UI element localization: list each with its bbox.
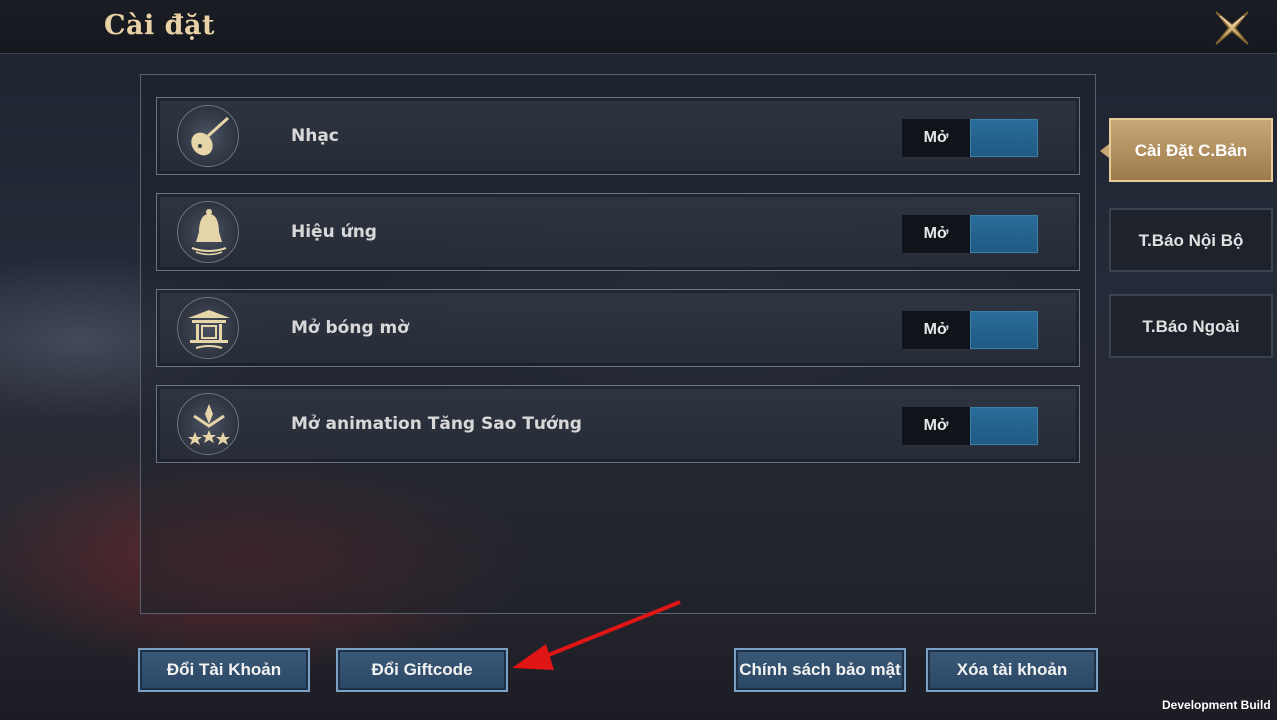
setting-label: Nhạc (291, 126, 339, 146)
stars-icon (177, 393, 239, 455)
toggle-state: Mở (923, 321, 949, 338)
page-title: Cài đặt (104, 10, 215, 41)
top-bar: Cài đặt (0, 0, 1277, 54)
toggle-shadow[interactable]: Mở (901, 310, 1039, 350)
development-build-label: Development Build (1162, 698, 1271, 712)
tab-external-notice[interactable]: T.Báo Ngoài (1109, 294, 1273, 358)
setting-row-star-animation: Mở animation Tăng Sao Tướng Mở (156, 385, 1080, 463)
toggle-music[interactable]: Mở (901, 118, 1039, 158)
setting-row-music: Nhạc Mở (156, 97, 1080, 175)
switch-account-button[interactable]: Đổi Tài Khoản (138, 648, 310, 692)
privacy-policy-button[interactable]: Chính sách bảo mật (734, 648, 906, 692)
setting-label: Mở animation Tăng Sao Tướng (291, 414, 582, 434)
pavilion-icon (177, 297, 239, 359)
toggle-knob (970, 119, 1038, 157)
delete-account-button[interactable]: Xóa tài khoản (926, 648, 1098, 692)
toggle-star-animation[interactable]: Mở (901, 406, 1039, 446)
tab-internal-notice[interactable]: T.Báo Nội Bộ (1109, 208, 1273, 272)
giftcode-button[interactable]: Đổi Giftcode (336, 648, 508, 692)
lute-icon (177, 105, 239, 167)
setting-row-shadow: Mở bóng mờ Mở (156, 289, 1080, 367)
setting-label: Hiệu ứng (291, 222, 377, 242)
toggle-state: Mở (923, 417, 949, 434)
toggle-effects[interactable]: Mở (901, 214, 1039, 254)
setting-label: Mở bóng mờ (291, 318, 409, 338)
close-x-icon[interactable] (1210, 6, 1254, 50)
tab-basic-settings[interactable]: Cài Đặt C.Bản (1100, 118, 1273, 182)
annotation-arrow-icon (500, 596, 690, 681)
toggle-knob (970, 311, 1038, 349)
toggle-state: Mở (923, 129, 949, 146)
toggle-state: Mở (923, 225, 949, 242)
toggle-knob (970, 407, 1038, 445)
toggle-knob (970, 215, 1038, 253)
bell-icon (177, 201, 239, 263)
setting-row-effects: Hiệu ứng Mở (156, 193, 1080, 271)
